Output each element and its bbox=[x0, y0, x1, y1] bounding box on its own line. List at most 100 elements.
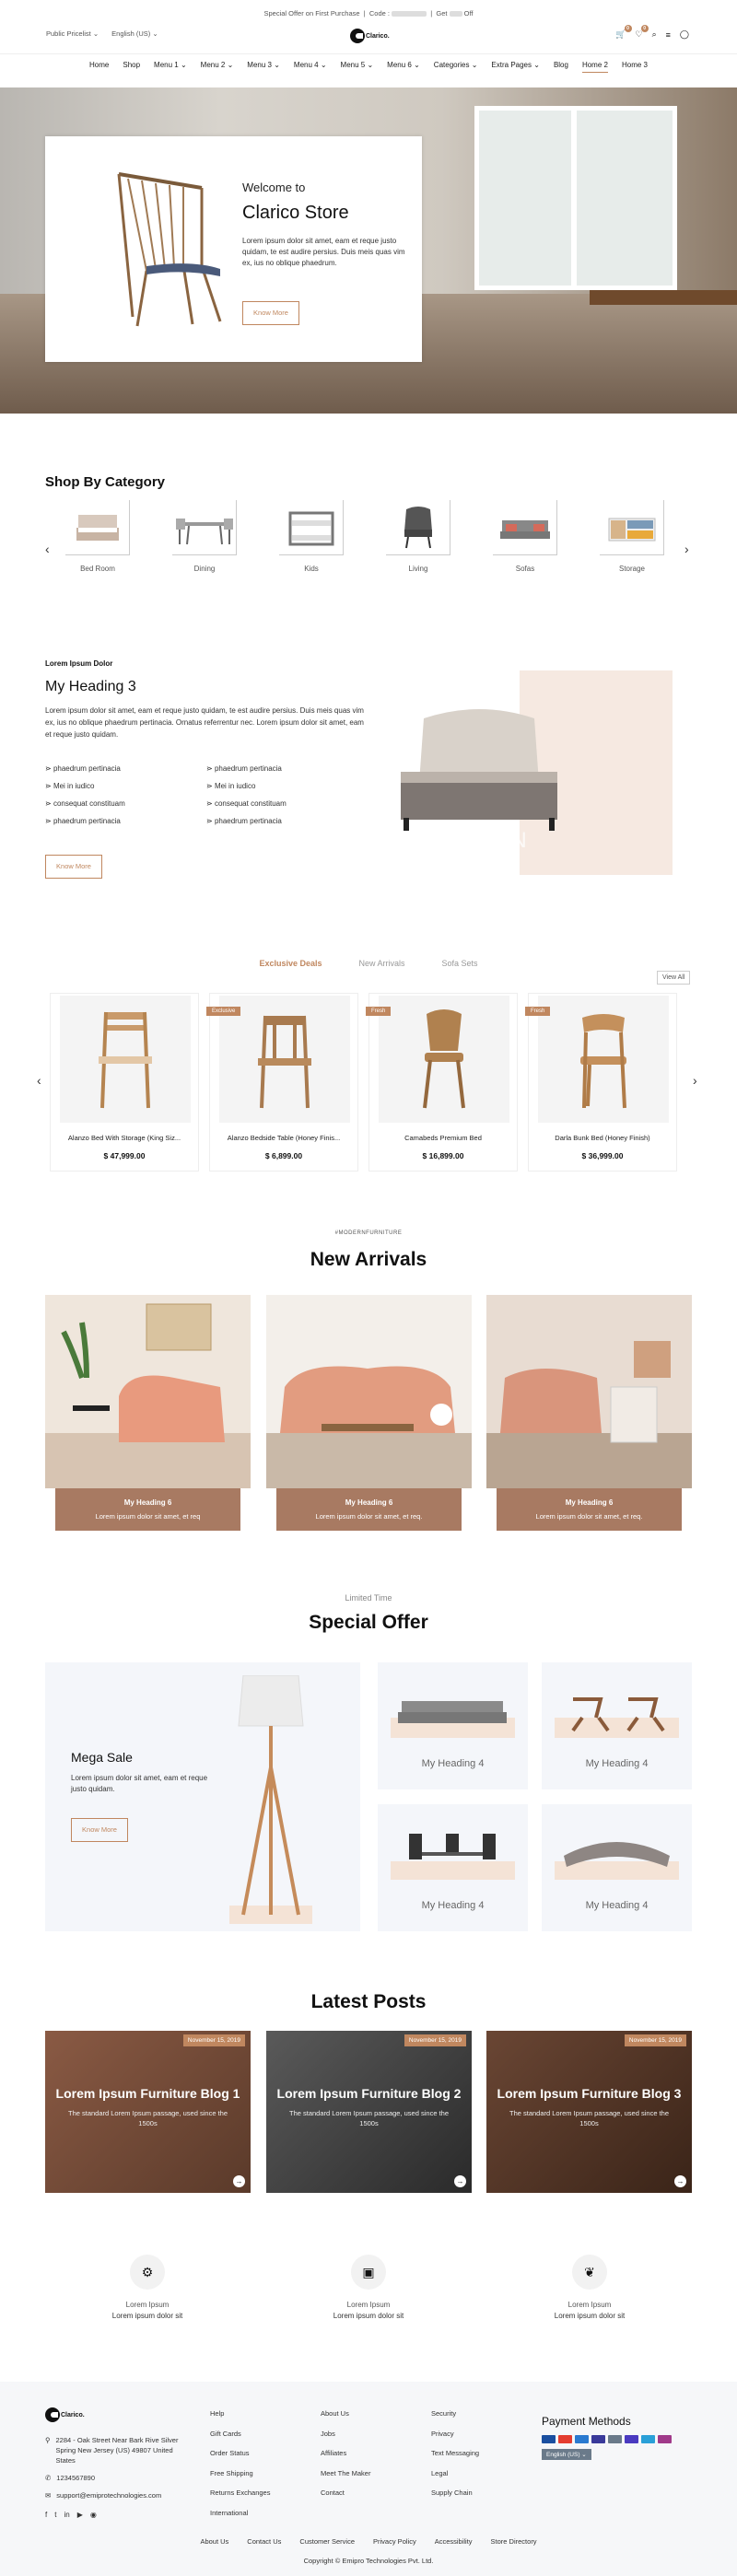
copyright: Copyright © Emipro Technologies Pvt. Ltd… bbox=[303, 2557, 434, 2565]
footer-link[interactable]: Security bbox=[431, 2409, 479, 2418]
nav-label: Menu 6 bbox=[387, 61, 412, 69]
category-label: Sofas bbox=[515, 565, 535, 573]
offer-box[interactable]: My Heading 4 bbox=[542, 1804, 692, 1931]
footer-link[interactable]: Contact Us bbox=[247, 2537, 281, 2546]
footer-link[interactable]: Legal bbox=[431, 2469, 479, 2477]
product-card[interactable]: Fresh Darla Bunk Bed (Honey Finish) $ 36… bbox=[525, 993, 677, 1171]
footer-phone[interactable]: 1234567890 bbox=[56, 2473, 95, 2483]
product-card[interactable]: Exclusive Alanzo Bedside Table (Honey Fi… bbox=[206, 993, 358, 1171]
nav-menu-1[interactable]: Menu 1 ⌄ bbox=[154, 61, 187, 73]
footer-link[interactable]: Text Messaging bbox=[431, 2449, 479, 2457]
linkedin-icon[interactable]: in bbox=[64, 2510, 69, 2520]
nav-categories[interactable]: Categories ⌄ bbox=[434, 61, 478, 73]
footer-link[interactable]: Privacy bbox=[431, 2430, 479, 2438]
arrow-right-icon[interactable]: → bbox=[674, 2175, 686, 2187]
footer-logo[interactable]: Clarico. bbox=[45, 2407, 86, 2423]
blog-post-card[interactable]: November 15, 2019 Lorem Ipsum Furniture … bbox=[45, 2031, 251, 2193]
menu-icon[interactable]: ≡ bbox=[666, 30, 671, 40]
hero-chair-image bbox=[117, 172, 222, 327]
nav-home-3[interactable]: Home 3 bbox=[622, 61, 648, 73]
footer-link[interactable]: Meet The Maker bbox=[321, 2469, 370, 2477]
offer-box[interactable]: My Heading 4 bbox=[378, 1804, 528, 1931]
tab-new-arrivals[interactable]: New Arrivals bbox=[359, 959, 405, 968]
offer-box[interactable]: My Heading 4 bbox=[378, 1662, 528, 1789]
youtube-icon[interactable]: ▶ bbox=[77, 2510, 83, 2520]
arrow-right-icon[interactable]: → bbox=[233, 2175, 245, 2187]
footer-link[interactable]: Help bbox=[210, 2409, 270, 2418]
offer-box-label: My Heading 4 bbox=[421, 1900, 485, 1911]
category-kids[interactable]: Kids bbox=[261, 500, 362, 573]
footer-link[interactable]: Store Directory bbox=[491, 2537, 537, 2546]
footer-link[interactable]: Returns Exchanges bbox=[210, 2489, 270, 2497]
footer-language-select[interactable]: English (US) ⌄ bbox=[542, 2449, 591, 2460]
tab-sofa-sets[interactable]: Sofa Sets bbox=[442, 959, 478, 968]
cart-icon[interactable]: 🛒 0 bbox=[615, 25, 632, 40]
arrival-card[interactable]: My Heading 6 Lorem ipsum dolor sit amet,… bbox=[486, 1295, 692, 1531]
github-icon[interactable]: ◉ bbox=[90, 2510, 97, 2520]
payment-methods-title: Payment Methods bbox=[542, 2415, 631, 2428]
post-date: November 15, 2019 bbox=[404, 2034, 466, 2046]
footer-link[interactable]: About Us bbox=[321, 2409, 370, 2418]
search-icon[interactable]: ⌕ bbox=[652, 29, 657, 40]
footer-link[interactable]: Free Shipping bbox=[210, 2469, 270, 2477]
tab-exclusive-deals[interactable]: Exclusive Deals bbox=[259, 959, 322, 968]
footer-link[interactable]: Order Status bbox=[210, 2449, 270, 2457]
products-next-arrow[interactable]: › bbox=[693, 1073, 697, 1088]
nav-home[interactable]: Home bbox=[89, 61, 109, 73]
category-dining[interactable]: Dining bbox=[154, 500, 255, 573]
product-card[interactable]: Fresh Camabeds Premium Bed $ 16,899.00 bbox=[366, 993, 518, 1171]
footer-link[interactable]: About Us bbox=[200, 2537, 228, 2546]
special-title: Special Offer bbox=[309, 1612, 428, 1633]
payment-methods: Payment Methods English (US) ⌄ bbox=[542, 2415, 672, 2460]
nav-menu-2[interactable]: Menu 2 ⌄ bbox=[201, 61, 234, 73]
nav-home-2[interactable]: Home 2 bbox=[581, 61, 608, 73]
arrow-right-icon[interactable]: → bbox=[454, 2175, 466, 2187]
category-bed-room[interactable]: Bed Room bbox=[47, 500, 148, 573]
nav-menu-5[interactable]: Menu 5 ⌄ bbox=[341, 61, 374, 73]
footer-link[interactable]: Jobs bbox=[321, 2430, 370, 2438]
blog-post-card[interactable]: November 15, 2019 Lorem Ipsum Furniture … bbox=[486, 2031, 692, 2193]
nav-blog[interactable]: Blog bbox=[554, 61, 568, 73]
mega-sale-banner[interactable]: Mega Sale Lorem ipsum dolor sit amet, ea… bbox=[45, 1662, 360, 1931]
footer-link[interactable]: Supply Chain bbox=[431, 2489, 479, 2497]
nav-extra-pages[interactable]: Extra Pages ⌄ bbox=[491, 61, 540, 73]
arrival-card[interactable]: My Heading 6 Lorem ipsum dolor sit amet,… bbox=[266, 1295, 472, 1531]
arrival-card[interactable]: My Heading 6 Lorem ipsum dolor sit amet,… bbox=[45, 1295, 251, 1531]
product-card[interactable]: Alanzo Bed With Storage (King Siz... $ 4… bbox=[50, 993, 199, 1171]
feature-know-more-button[interactable]: Know More bbox=[45, 855, 102, 879]
footer-link[interactable]: Affiliates bbox=[321, 2449, 370, 2457]
footer-link[interactable]: International bbox=[210, 2509, 270, 2517]
category-sofas[interactable]: Sofas bbox=[474, 500, 576, 573]
nav-menu-3[interactable]: Menu 3 ⌄ bbox=[247, 61, 280, 73]
offer-box[interactable]: My Heading 4 bbox=[542, 1662, 692, 1789]
card-icon bbox=[641, 2435, 655, 2443]
footer-link[interactable]: Contact bbox=[321, 2489, 370, 2497]
user-icon[interactable]: ◯ bbox=[680, 29, 689, 40]
wishlist-icon[interactable]: ♡ 0 bbox=[636, 25, 649, 40]
footer-link[interactable]: Accessibility bbox=[435, 2537, 473, 2546]
category-next-arrow[interactable]: › bbox=[684, 542, 689, 556]
hero-know-more-button[interactable]: Know More bbox=[242, 301, 299, 325]
twitter-icon[interactable]: t bbox=[54, 2510, 56, 2520]
category-storage[interactable]: Storage bbox=[581, 500, 683, 573]
wallet-icon bbox=[658, 2435, 672, 2443]
language-dropdown[interactable]: English (US) ⌄ bbox=[111, 29, 158, 38]
facebook-icon[interactable]: f bbox=[45, 2510, 47, 2520]
blog-post-card[interactable]: November 15, 2019 Lorem Ipsum Furniture … bbox=[266, 2031, 472, 2193]
mega-sale-button[interactable]: Know More bbox=[71, 1818, 128, 1842]
footer-email[interactable]: support@emiprotechnologies.com bbox=[56, 2490, 161, 2500]
nav-label: Categories bbox=[433, 61, 470, 69]
nav-shop[interactable]: Shop bbox=[123, 61, 140, 73]
pricelist-dropdown[interactable]: Public Pricelist ⌄ bbox=[46, 29, 99, 38]
nav-menu-4[interactable]: Menu 4 ⌄ bbox=[294, 61, 327, 73]
view-all-button[interactable]: View All bbox=[657, 971, 691, 985]
lounge-chairs-image bbox=[555, 1697, 679, 1738]
products-prev-arrow[interactable]: ‹ bbox=[37, 1073, 41, 1088]
stripe-icon bbox=[625, 2435, 638, 2443]
footer-link[interactable]: Gift Cards bbox=[210, 2430, 270, 2438]
site-logo[interactable]: Clarico. bbox=[350, 28, 391, 44]
nav-menu-6[interactable]: Menu 6 ⌄ bbox=[387, 61, 420, 73]
category-living[interactable]: Living bbox=[368, 500, 469, 573]
footer-link[interactable]: Privacy Policy bbox=[373, 2537, 416, 2546]
footer-link[interactable]: Customer Service bbox=[299, 2537, 355, 2546]
